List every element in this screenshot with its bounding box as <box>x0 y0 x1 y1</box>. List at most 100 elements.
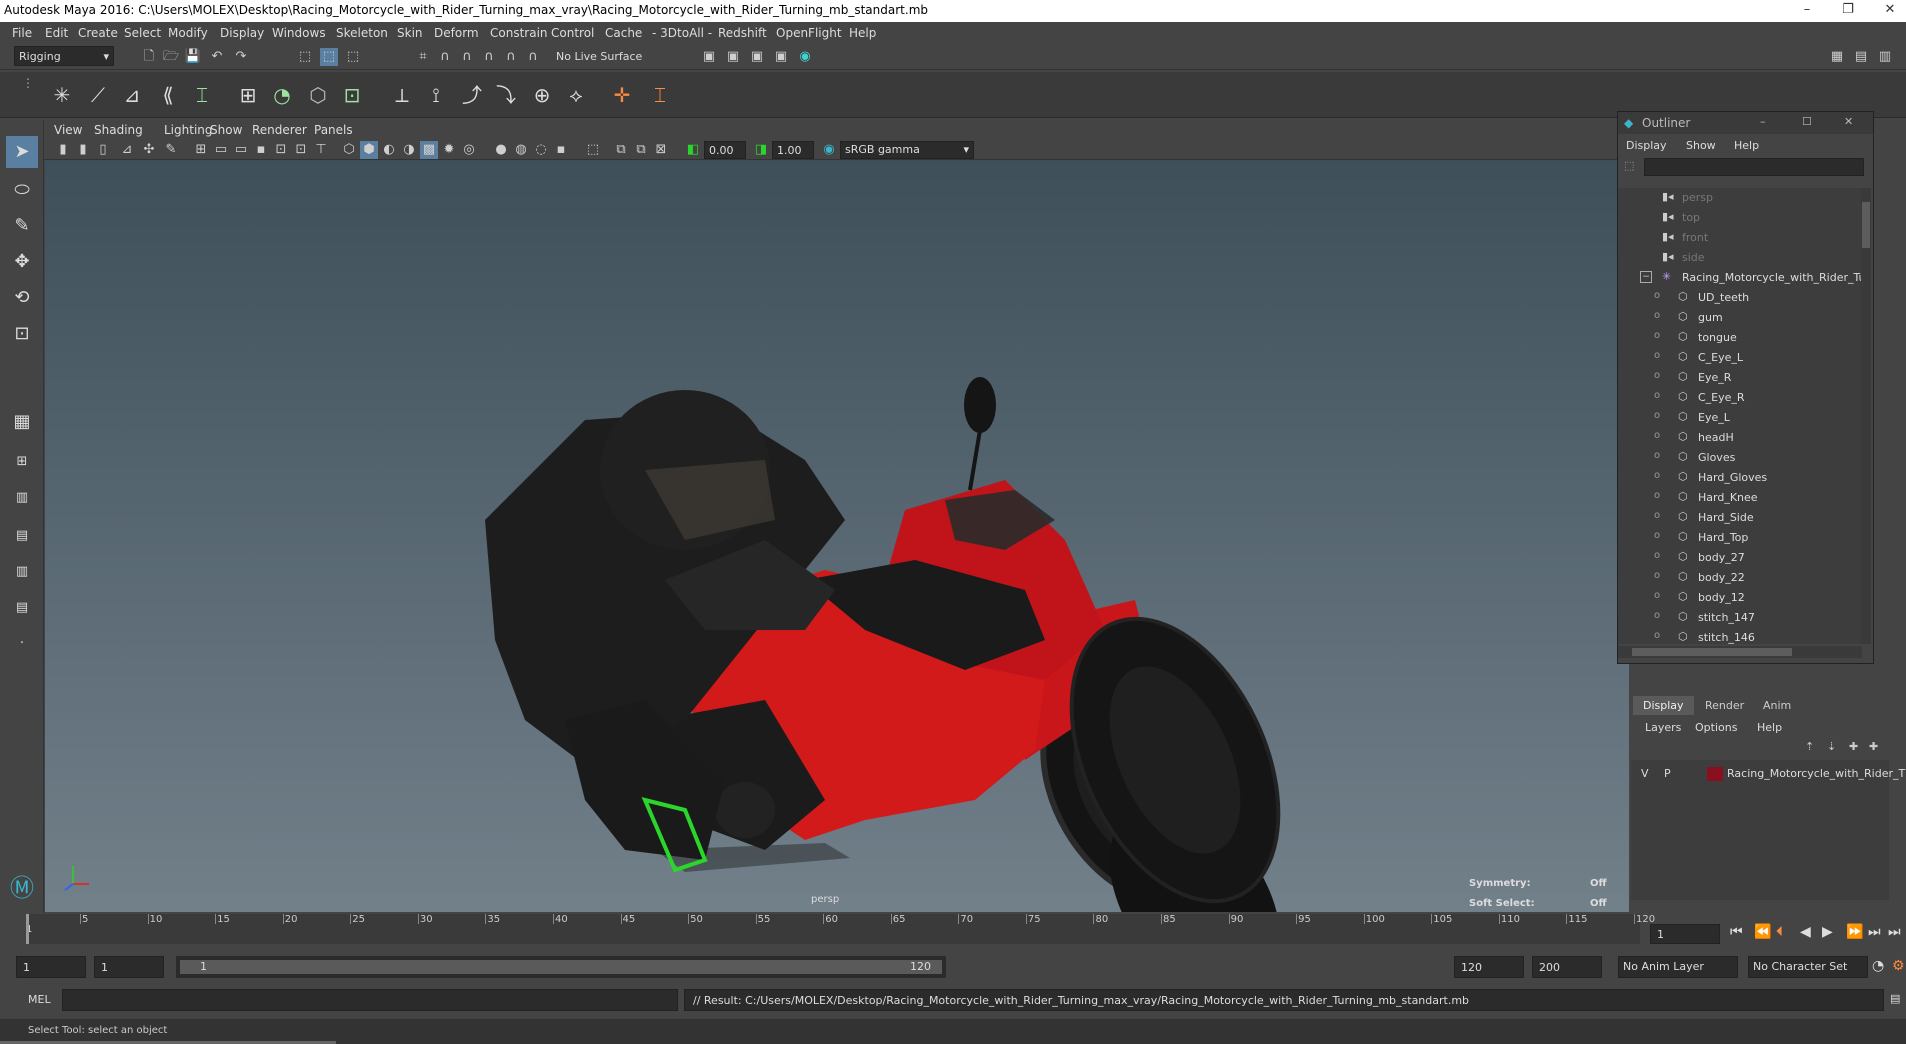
field-chart-icon[interactable]: ⊡ <box>272 141 290 159</box>
camera-attributes-icon[interactable]: ▮ <box>74 141 92 159</box>
close-icon[interactable]: ✕ <box>1844 115 1853 128</box>
outliner-item[interactable]: o ⬡ stitch_147 <box>1618 608 1858 628</box>
step-forward-frame-icon[interactable]: ⏭ <box>1868 924 1881 940</box>
shelf-menu-icon[interactable]: ⋮ <box>22 76 34 90</box>
layer-menu-options[interactable]: Options <box>1695 721 1737 734</box>
default-material-icon[interactable]: ◐ <box>380 141 398 159</box>
outliner-item[interactable]: o ⬡ Hard_Gloves <box>1618 468 1858 488</box>
minimize-icon[interactable]: – <box>1760 115 1766 128</box>
attribute-editor-icon[interactable]: ▤ <box>1852 48 1870 66</box>
play-backwards-icon[interactable]: ◀ <box>1800 924 1811 940</box>
open-scene-icon[interactable]: 🗁 <box>162 48 180 66</box>
gamma-field[interactable] <box>772 141 814 159</box>
layer-color-swatch[interactable] <box>1707 767 1723 781</box>
menu-3dtoall[interactable]: - 3DtoAll - <box>652 26 712 40</box>
menu-modify[interactable]: Modify <box>168 26 208 40</box>
current-frame-field[interactable] <box>1650 924 1720 944</box>
motion-blur-icon[interactable]: ◍ <box>512 141 530 159</box>
safe-title-icon[interactable]: ⊤ <box>312 141 330 159</box>
scale-constraint-icon[interactable]: ⊕ <box>526 79 558 111</box>
command-input[interactable] <box>62 989 678 1011</box>
animation-end-field[interactable] <box>1532 956 1602 978</box>
render-settings-icon[interactable]: ▣ <box>748 48 766 66</box>
outliner-item[interactable]: o ⬡ C_Eye_L <box>1618 348 1858 368</box>
exposure-field[interactable] <box>704 141 746 159</box>
step-back-frame-icon[interactable]: ⏴ <box>1776 924 1783 940</box>
viewport-persp[interactable]: persp Symmetry: Off Soft Select: Off <box>45 160 1629 912</box>
outliner-item[interactable]: − ✳ Racing_Motorcycle_with_Rider_Tur <box>1618 268 1862 288</box>
snap-surface-icon[interactable]: ∩ <box>502 48 520 66</box>
character-set-select[interactable]: No Character Set <box>1748 956 1868 978</box>
menu-help[interactable]: Help <box>849 26 876 40</box>
command-language-toggle[interactable]: MEL <box>28 993 51 1006</box>
lasso-tool-icon[interactable]: ⬭ <box>6 174 38 206</box>
gate-mask-icon[interactable]: ▪ <box>252 141 270 159</box>
two-d-pan-icon[interactable]: ✣ <box>140 141 158 159</box>
layer-menu-help[interactable]: Help <box>1757 721 1782 734</box>
image-plane-icon[interactable]: ⊿ <box>118 141 136 159</box>
playback-end-field[interactable] <box>1454 956 1524 978</box>
viewport-menu-renderer[interactable]: Renderer <box>252 123 307 137</box>
step-forward-key-icon[interactable]: ⏩ <box>1846 924 1863 940</box>
outliner-hscrollbar[interactable] <box>1618 646 1862 658</box>
breakdown-key-icon[interactable]: ⌶ <box>644 79 676 111</box>
bind-skin-icon[interactable]: ⊞ <box>232 79 264 111</box>
outliner-item[interactable]: o ⬡ C_Eye_R <box>1618 388 1858 408</box>
grease-pencil-icon[interactable]: ✎ <box>162 141 180 159</box>
wireframe-icon[interactable]: ⬡ <box>340 141 358 159</box>
scroll-thumb[interactable] <box>1862 202 1870 248</box>
outliner-item[interactable]: o ⬡ body_27 <box>1618 548 1858 568</box>
layer-name[interactable]: Racing_Motorcycle_with_Rider_T <box>1727 767 1905 780</box>
scale-tool-icon[interactable]: ⊡ <box>6 318 38 350</box>
new-layer-icon[interactable]: ✚ <box>1849 740 1858 753</box>
outliner-item[interactable]: o ⬡ UD_teeth <box>1618 288 1858 308</box>
xray-active-icon[interactable]: ⧉ <box>632 141 650 159</box>
select-components-icon[interactable]: ⬚ <box>344 48 362 66</box>
paint-weights-icon[interactable]: ◔ <box>266 79 298 111</box>
time-slider[interactable]: 1 5 10 15 20 25 30 35 40 45 50 55 60 65 70 75 80 85 90 95 1… <box>0 914 1906 948</box>
new-layer-selected-icon[interactable]: ✚ <box>1869 740 1878 753</box>
tab-render[interactable]: Render <box>1695 696 1754 715</box>
layer-menu-layers[interactable]: Layers <box>1645 721 1681 734</box>
outliner-titlebar[interactable]: ◆ Outliner – ☐ ✕ <box>1618 112 1873 134</box>
lattice-icon[interactable]: ⬡ <box>302 79 334 111</box>
layout-hypershade-icon[interactable]: ▤ <box>6 592 38 624</box>
live-surface-label[interactable]: No Live Surface <box>556 50 642 63</box>
menu-create[interactable]: Create <box>78 26 118 40</box>
select-tool-icon[interactable]: ➤ <box>6 136 38 168</box>
viewport-menu-lighting[interactable]: Lighting <box>164 123 213 137</box>
anim-layer-select[interactable]: No Anim Layer <box>1618 956 1738 978</box>
snap-live-icon[interactable]: ∩ <box>524 48 542 66</box>
tab-anim[interactable]: Anim <box>1753 696 1801 715</box>
minimize-button[interactable]: – <box>1797 2 1817 17</box>
shadows-icon[interactable]: ◎ <box>460 141 478 159</box>
use-all-lights-icon[interactable]: ✹ <box>440 141 458 159</box>
outliner-search-input[interactable] <box>1644 158 1864 176</box>
grid-icon[interactable]: ⊞ <box>192 141 210 159</box>
mirror-joint-icon[interactable]: ⌶ <box>186 79 218 111</box>
render-ipr-icon[interactable]: ▣ <box>724 48 742 66</box>
menu-control[interactable]: Control <box>551 26 594 40</box>
depth-of-field-icon[interactable]: ▪ <box>552 141 570 159</box>
orient-constraint-icon[interactable]: ⤵ <box>490 79 522 111</box>
menu-openflight[interactable]: OpenFlight <box>776 26 842 40</box>
layout-more-icon[interactable]: · <box>6 628 38 660</box>
xray-joints-icon[interactable]: ⧉ <box>612 141 630 159</box>
menu-display[interactable]: Display <box>220 26 264 40</box>
outliner-menu-show[interactable]: Show <box>1686 139 1716 152</box>
outliner-item[interactable]: o ⬡ Hard_Knee <box>1618 488 1858 508</box>
hscroll-thumb[interactable] <box>1632 648 1792 656</box>
bookmark-icon[interactable]: ▯ <box>94 141 112 159</box>
menu-redshift[interactable]: Redshift <box>718 26 767 40</box>
menu-select[interactable]: Select <box>124 26 161 40</box>
smooth-shade-icon[interactable]: ⬢ <box>360 141 378 159</box>
screen-space-ao-icon[interactable]: ● <box>492 141 510 159</box>
range-handle[interactable]: 1 120 <box>180 960 942 974</box>
menu-skin[interactable]: Skin <box>397 26 423 40</box>
snap-point-icon[interactable]: ∩ <box>458 48 476 66</box>
set-key-icon[interactable]: ✛ <box>606 79 638 111</box>
outliner-item[interactable]: ▮◂ side <box>1618 248 1858 268</box>
collapse-toggle-icon[interactable]: − <box>1640 271 1652 283</box>
gamma-icon[interactable]: ◨ <box>752 141 770 159</box>
move-tool-icon[interactable]: ✥ <box>6 246 38 278</box>
